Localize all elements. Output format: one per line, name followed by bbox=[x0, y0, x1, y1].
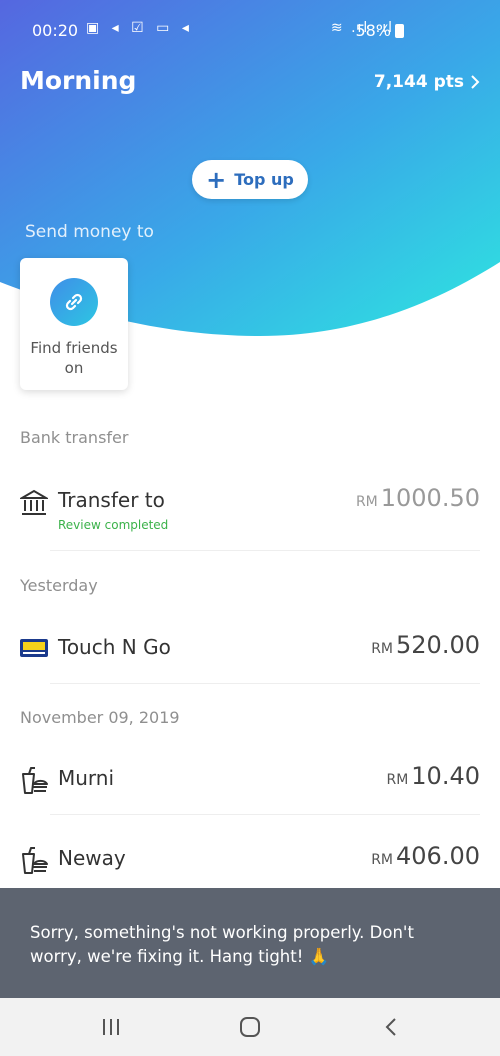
plus-icon: + bbox=[206, 165, 227, 194]
error-snackbar: Sorry, something's not working properly.… bbox=[0, 888, 500, 998]
section-yesterday: Yesterday bbox=[20, 576, 98, 595]
back-button[interactable] bbox=[376, 1012, 406, 1042]
recent-apps-button[interactable] bbox=[96, 1012, 126, 1042]
currency-label: RM bbox=[355, 494, 378, 510]
transaction-name: Neway bbox=[58, 846, 126, 870]
transaction-row[interactable]: Transfer to Review completed RM 1000.50 bbox=[20, 484, 480, 548]
link-icon bbox=[65, 293, 83, 311]
touch-n-go-logo bbox=[20, 639, 48, 657]
transaction-name: Transfer to bbox=[58, 488, 165, 512]
recent-apps-icon bbox=[103, 1019, 119, 1035]
amount-value: 406.00 bbox=[396, 842, 480, 870]
section-date: November 09, 2019 bbox=[20, 708, 180, 727]
send-money-label: Send money to bbox=[25, 222, 154, 242]
link-icon-circle bbox=[50, 278, 98, 326]
battery-icon bbox=[395, 23, 404, 38]
back-icon bbox=[385, 1018, 396, 1036]
transaction-amount: RM 10.40 bbox=[386, 762, 480, 790]
transaction-name: Touch N Go bbox=[58, 635, 171, 659]
points-link[interactable]: 7,144 pts bbox=[374, 72, 480, 92]
battery-percent: 58% bbox=[355, 21, 391, 40]
amount-value: 1000.50 bbox=[380, 484, 480, 512]
amount-value: 10.40 bbox=[411, 762, 480, 790]
top-up-button[interactable]: + Top up bbox=[192, 160, 308, 199]
transaction-row[interactable]: Touch N Go RM 520.00 bbox=[20, 631, 480, 695]
home-icon bbox=[240, 1017, 260, 1037]
error-message: Sorry, something's not working properly.… bbox=[30, 923, 414, 966]
transaction-row[interactable]: Murni RM 10.40 bbox=[20, 762, 480, 826]
chevron-right-icon bbox=[471, 75, 480, 89]
food-icon bbox=[22, 847, 48, 874]
transaction-amount: RM 1000.50 bbox=[356, 484, 480, 512]
transaction-amount: RM 520.00 bbox=[371, 631, 480, 659]
currency-label: RM bbox=[371, 641, 394, 657]
home-button[interactable] bbox=[235, 1012, 265, 1042]
find-friends-label: Find friends on bbox=[30, 339, 118, 377]
find-friends-card[interactable]: Find friends on bbox=[20, 258, 128, 390]
currency-label: RM bbox=[386, 772, 409, 788]
row-divider bbox=[50, 814, 480, 815]
bank-icon bbox=[20, 489, 48, 515]
currency-label: RM bbox=[371, 852, 394, 868]
transaction-status: Review completed bbox=[58, 518, 169, 532]
amount-value: 520.00 bbox=[396, 631, 480, 659]
notification-icons: ▣ ◂ ☑ ▭ ◂ bbox=[86, 20, 193, 36]
status-bar: 00:20 ▣ ◂ ☑ ▭ ◂ ≋ .ıl .ıl 58% bbox=[0, 0, 500, 62]
battery-indicator: 58% bbox=[355, 21, 404, 40]
row-divider bbox=[50, 550, 480, 551]
top-up-label: Top up bbox=[234, 170, 294, 189]
navigation-bar bbox=[0, 998, 500, 1056]
section-bank-transfer: Bank transfer bbox=[20, 428, 129, 447]
greeting-title: Morning bbox=[20, 66, 137, 95]
food-icon bbox=[22, 767, 48, 794]
points-value: 7,144 pts bbox=[373, 72, 464, 92]
transaction-amount: RM 406.00 bbox=[371, 842, 480, 870]
transaction-name: Murni bbox=[58, 766, 115, 790]
status-time: 00:20 bbox=[32, 21, 79, 40]
row-divider bbox=[50, 683, 480, 684]
